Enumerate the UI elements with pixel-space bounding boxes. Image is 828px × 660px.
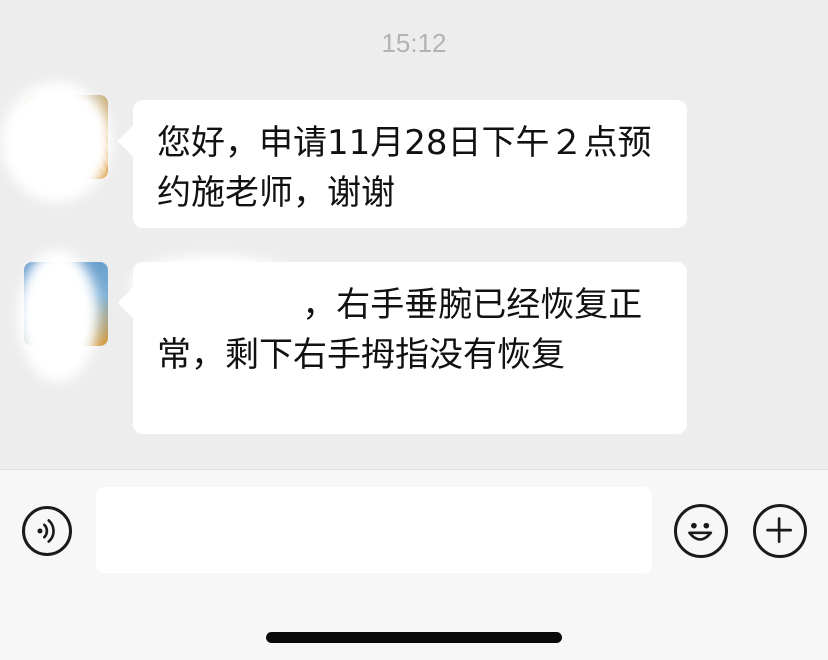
text-redaction xyxy=(130,255,300,315)
message-text: 您好，申请11月28日下午２点预约施老师，谢谢 xyxy=(157,123,652,213)
message-bubble[interactable]: 您好，申请11月28日下午２点预约施老师，谢谢 xyxy=(133,100,687,228)
emoji-icon xyxy=(688,522,713,541)
plus-icon xyxy=(766,517,792,543)
voice-icon xyxy=(37,519,55,543)
voice-button[interactable] xyxy=(22,506,72,556)
chat-area: 15:12 您好，申请11月28日下午２点预约施老师，谢谢 男，16岁，右手垂腕… xyxy=(0,0,828,470)
emoji-button[interactable] xyxy=(674,504,728,558)
home-indicator[interactable] xyxy=(266,632,562,643)
more-button[interactable] xyxy=(753,504,807,558)
message-input[interactable] xyxy=(96,487,652,573)
avatar-redaction xyxy=(2,82,112,202)
avatar-redaction xyxy=(18,250,98,382)
message-timestamp: 15:12 xyxy=(381,28,447,58)
